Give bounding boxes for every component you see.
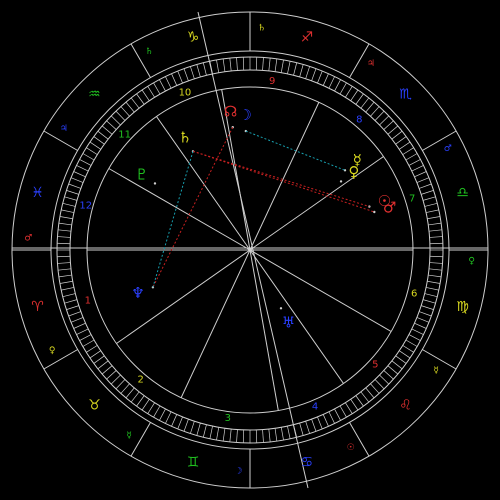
- planet-uranus-icon: ♅: [282, 313, 295, 331]
- house-number-6: 6: [411, 288, 417, 299]
- sign-aquarius-icon: ♒: [88, 86, 101, 102]
- house-number-4: 4: [312, 402, 318, 413]
- planet-point: [153, 182, 157, 185]
- sign-cancer-icon: ♋: [301, 455, 314, 471]
- ruler-glyph-icon: ♄: [258, 23, 266, 33]
- planet-neptune-icon: ♆: [131, 284, 144, 302]
- planet-mars-icon: ♂: [383, 198, 396, 216]
- planet-saturn-icon: ♄: [178, 128, 191, 146]
- planet-moon-icon: ☽: [239, 106, 252, 124]
- planet-north-node-icon: ☊: [224, 102, 237, 120]
- ruler-glyph-icon: ♂: [24, 233, 32, 243]
- ruler-glyph-icon: ♃: [367, 59, 375, 69]
- planet-pluto-icon: ♇: [135, 165, 148, 183]
- sign-scorpio-icon: ♏: [399, 86, 412, 102]
- planet-point: [373, 210, 376, 214]
- house-number-7: 7: [409, 193, 415, 204]
- ruler-glyph-icon: ♀: [49, 346, 56, 356]
- planet-point: [339, 180, 343, 183]
- house-number-10: 10: [179, 87, 192, 98]
- house-number-9: 9: [269, 76, 275, 87]
- ruler-glyph-icon: ♄: [145, 47, 153, 57]
- house-number-5: 5: [372, 359, 378, 370]
- ruler-glyph-icon: ☿: [126, 431, 132, 441]
- ruler-glyph-icon: ☿: [433, 366, 439, 376]
- ruler-glyph-icon: ♀: [468, 257, 475, 267]
- ruler-glyph-icon: ☽: [234, 467, 242, 477]
- sign-leo-icon: ♌: [399, 398, 412, 414]
- sign-pisces-icon: ♓: [31, 185, 44, 201]
- sign-gemini-icon: ♊: [187, 455, 200, 471]
- ruler-glyph-icon: ☉: [347, 443, 355, 453]
- sign-sagittarius-icon: ♐: [301, 29, 314, 45]
- planet-point: [279, 307, 283, 310]
- ruler-glyph-icon: ♂: [444, 144, 452, 154]
- sign-taurus-icon: ♉: [88, 398, 101, 414]
- sign-capricorn-icon: ♑: [187, 29, 200, 45]
- house-number-3: 3: [225, 413, 231, 424]
- house-number-12: 12: [79, 201, 92, 212]
- sign-virgo-icon: ♍: [456, 299, 469, 315]
- house-number-2: 2: [138, 375, 144, 386]
- house-number-8: 8: [356, 114, 362, 125]
- ruler-glyph-icon: ♃: [60, 124, 68, 134]
- sign-libra-icon: ♎: [456, 185, 469, 201]
- sign-aries-icon: ♈: [31, 299, 44, 315]
- house-number-11: 11: [118, 130, 131, 141]
- planet-venus-icon: ♀: [348, 163, 359, 181]
- natal-chart-wheel: ♈♉♊ ♋♌♍♎♏♐♑♒♓♂♀☿☽☉☿♀♂♃♄♄♃123456789101112 ☉…: [0, 0, 500, 500]
- house-number-1: 1: [85, 296, 91, 307]
